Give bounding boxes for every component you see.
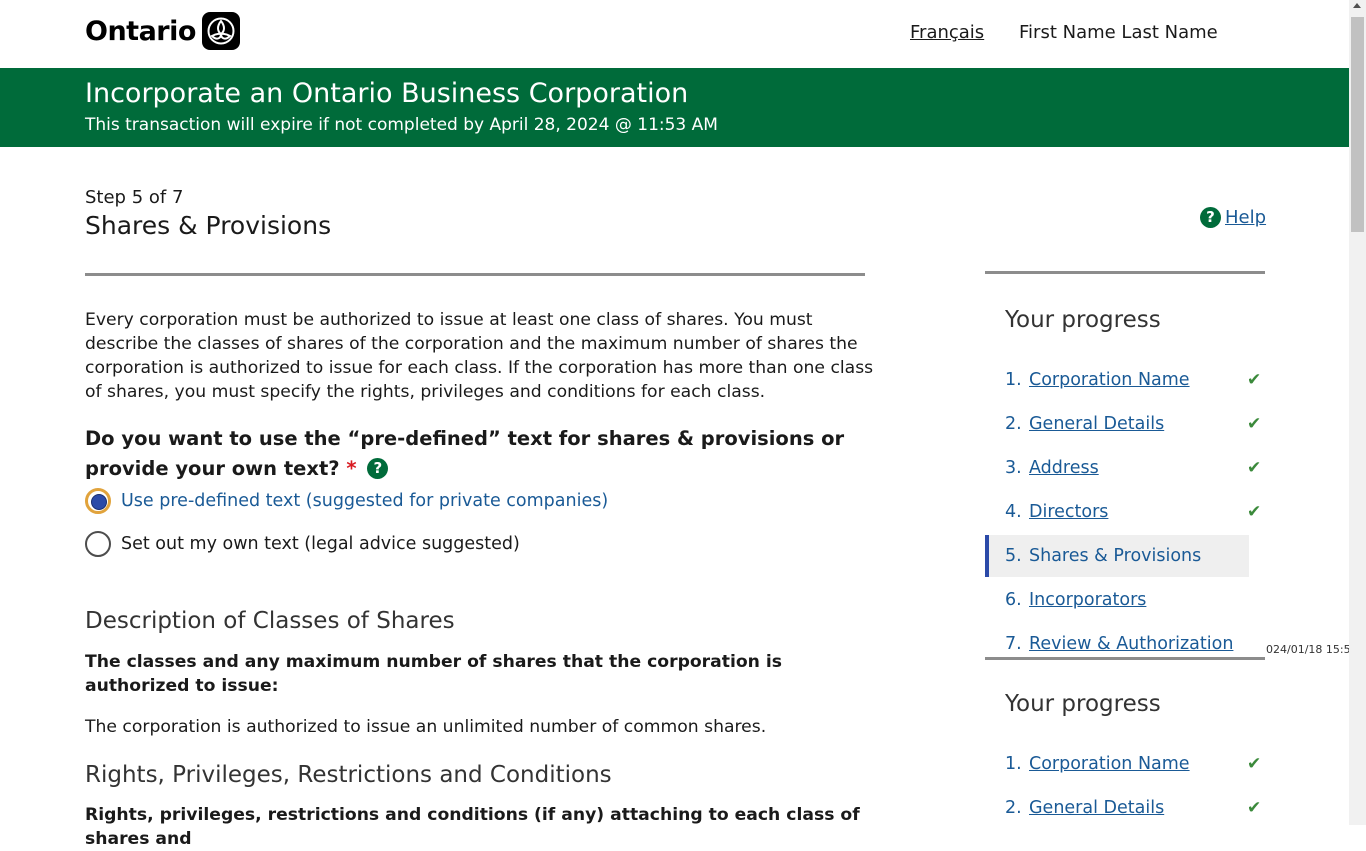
progress-item-shares-provisions-current: 5. Shares & Provisions [985,535,1249,577]
shares-text-question: Do you want to use the “pre-defined” tex… [85,424,875,484]
checkmark-icon: ✔ [1247,798,1262,818]
progress-current-label: Shares & Provisions [1029,546,1202,566]
progress-link[interactable]: General Details [1029,798,1164,818]
progress-link[interactable]: Review & Authorization [1029,634,1233,654]
progress-item-address[interactable]: 3. Address ✔ [985,447,1261,489]
progress-link[interactable]: Corporation Name [1029,370,1190,390]
language-toggle-link[interactable]: Français [910,22,984,43]
classes-label: The classes and any maximum number of sh… [85,652,783,696]
checkmark-icon: ✔ [1247,458,1262,478]
progress-item-directors[interactable]: 4. Directors ✔ [985,491,1261,533]
progress-number: 1. [1005,370,1022,390]
progress-link[interactable]: Corporation Name [1029,754,1190,774]
scroll-up-arrow-icon[interactable] [1353,3,1361,8]
radio-predefined-text[interactable]: Use pre-defined text (suggested for priv… [85,488,608,514]
timestamp-overlay: 024/01/18 15:53 [1266,643,1358,656]
trillium-icon [201,12,240,50]
main-divider [85,273,865,276]
classes-text: The corporation is authorized to issue a… [85,717,767,737]
section-title-classes: Description of Classes of Shares [85,608,455,634]
radio-own-text[interactable]: Set out my own text (legal advice sugges… [85,531,520,557]
question-help-icon[interactable]: ? [367,458,389,479]
progress-number: 5. [1005,546,1022,566]
progress-title: Your progress [1005,307,1161,333]
logo-text: Ontario [85,15,196,47]
top-header: Ontario Français First Name Last Name [0,0,1349,68]
radio-button-selected[interactable] [85,488,111,514]
progress-number: 1. [1005,754,1022,774]
ontario-logo[interactable]: Ontario [85,12,240,50]
progress-link[interactable]: General Details [1029,414,1164,434]
step-indicator: Step 5 of 7 [85,187,184,208]
help-control[interactable]: ? Help [1200,207,1266,228]
required-marker: * [346,457,357,480]
user-name[interactable]: First Name Last Name [1019,22,1218,43]
radio-label[interactable]: Use pre-defined text (suggested for priv… [121,491,608,511]
checkmark-icon: ✔ [1247,754,1262,774]
progress-number: 6. [1005,590,1022,610]
progress-divider-bottom [985,657,1265,660]
progress-item-corporation-name[interactable]: 1. Corporation Name ✔ [985,743,1261,785]
checkmark-icon: ✔ [1247,370,1262,390]
banner-expiry-notice: This transaction will expire if not comp… [85,115,718,135]
progress-item-general-details[interactable]: 2. General Details ✔ [985,403,1261,445]
progress-item-incorporators[interactable]: 6. Incorporators [985,579,1245,621]
progress-item-corporation-name[interactable]: 1. Corporation Name ✔ [985,359,1261,401]
progress-number: 2. [1005,798,1022,818]
question-text: Do you want to use the “pre-defined” tex… [85,427,845,480]
intro-paragraph: Every corporation must be authorized to … [85,310,874,402]
progress-number: 4. [1005,502,1022,522]
radio-label[interactable]: Set out my own text (legal advice sugges… [121,534,520,554]
progress-link[interactable]: Incorporators [1029,590,1146,610]
progress-number: 7. [1005,634,1022,654]
progress-number: 2. [1005,414,1022,434]
progress-item-general-details[interactable]: 2. General Details ✔ [985,787,1261,829]
banner-title: Incorporate an Ontario Business Corporat… [85,78,689,109]
section-title-rights: Rights, Privileges, Restrictions and Con… [85,762,612,788]
progress-link[interactable]: Address [1029,458,1099,478]
progress-title-duplicate: Your progress [1005,691,1161,717]
checkmark-icon: ✔ [1247,502,1262,522]
scrollbar-thumb[interactable] [1351,17,1364,232]
radio-button[interactable] [85,531,111,557]
help-circle-icon[interactable]: ? [1200,207,1221,228]
progress-number: 3. [1005,458,1022,478]
help-link[interactable]: Help [1225,207,1266,228]
progress-link[interactable]: Directors [1029,502,1108,522]
checkmark-icon: ✔ [1247,414,1262,434]
transaction-banner: Incorporate an Ontario Business Corporat… [0,68,1349,147]
progress-divider-top [985,271,1265,274]
rights-label: Rights, privileges, restrictions and con… [85,805,860,849]
page-title: Shares & Provisions [85,211,332,240]
